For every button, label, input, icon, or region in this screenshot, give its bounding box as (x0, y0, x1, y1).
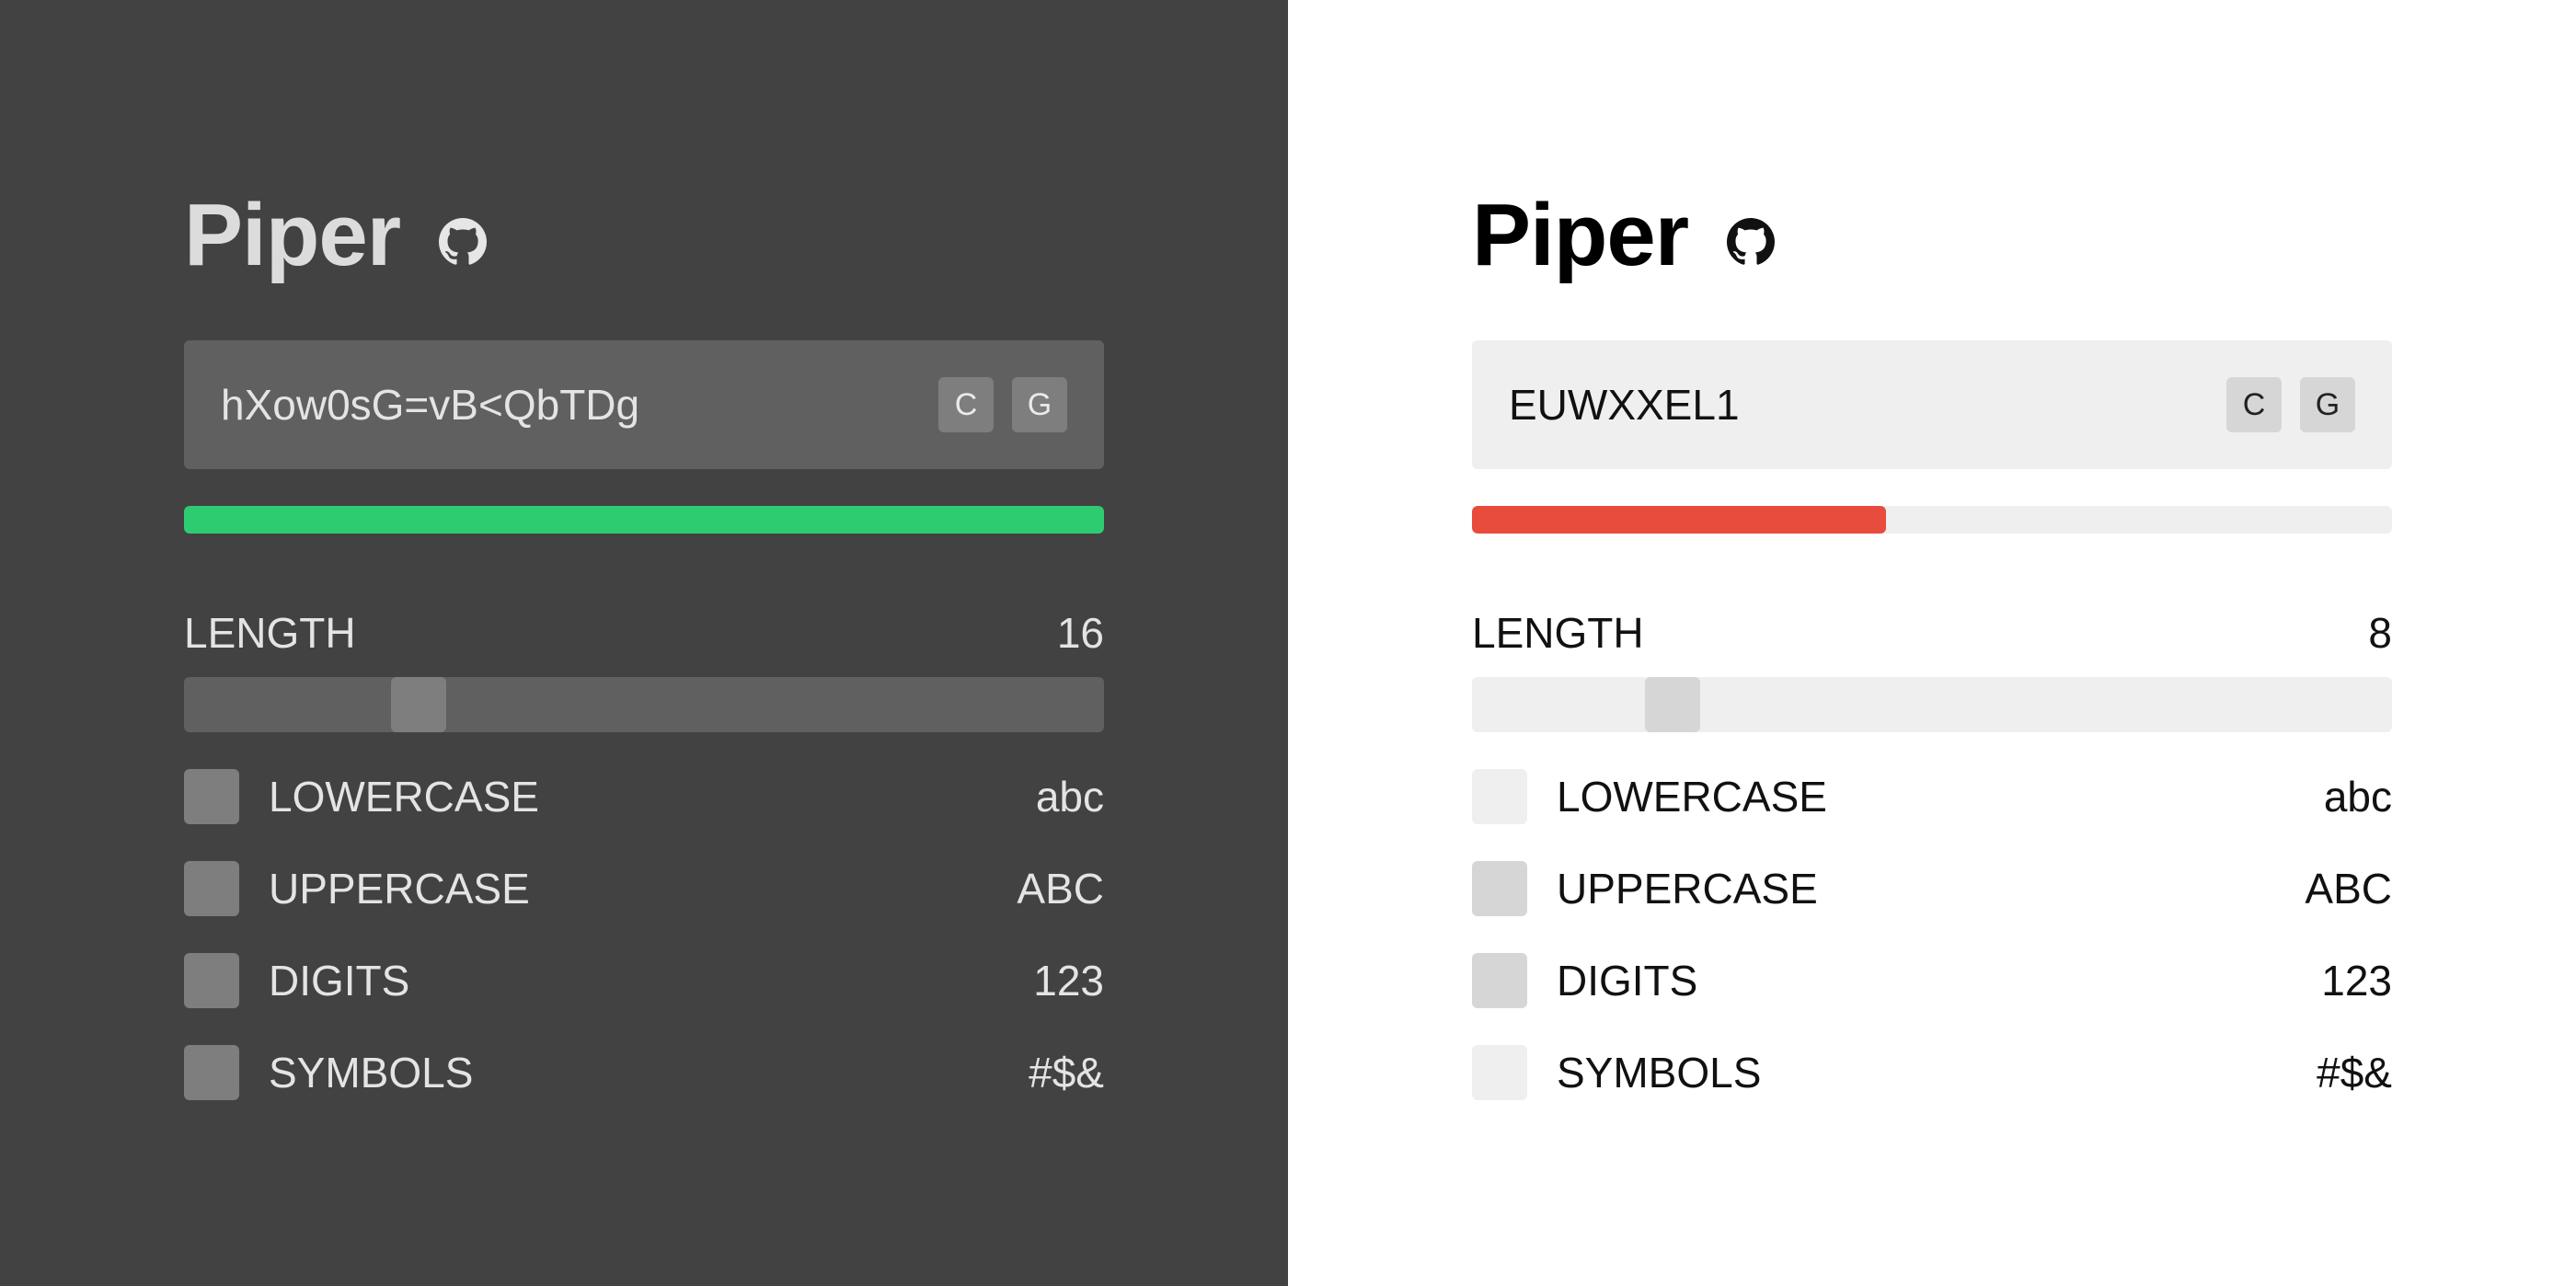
option-uppercase[interactable]: UPPERCASE ABC (1472, 861, 2392, 916)
lowercase-label: LOWERCASE (269, 773, 539, 821)
app-title: Piper (184, 186, 401, 284)
password-text[interactable]: hXow0sG=vB<QbTDg (221, 380, 938, 430)
options-list: LOWERCASE abc UPPERCASE ABC DIGITS 123 S… (184, 769, 1104, 1100)
symbols-label: SYMBOLS (269, 1049, 474, 1097)
password-display[interactable]: hXow0sG=vB<QbTDg C G (184, 340, 1104, 469)
github-icon[interactable] (439, 218, 488, 266)
length-row: LENGTH 16 (184, 605, 1104, 660)
strength-meter (1472, 506, 2392, 534)
option-digits[interactable]: DIGITS 123 (1472, 953, 2392, 1008)
header: Piper (1472, 184, 2392, 287)
password-text[interactable]: EUWXXEL1 (1509, 380, 2226, 430)
option-symbols[interactable]: SYMBOLS #$& (184, 1045, 1104, 1100)
lowercase-checkbox[interactable] (184, 769, 239, 824)
app-container-dark: Piper hXow0sG=vB<QbTDg C G LENGTH 16 LOW… (184, 184, 1104, 1137)
password-actions: C G (2226, 377, 2355, 432)
lowercase-sample: abc (2323, 773, 2392, 821)
option-lowercase[interactable]: LOWERCASE abc (1472, 769, 2392, 824)
length-slider[interactable] (184, 677, 1104, 732)
uppercase-label: UPPERCASE (1557, 865, 1818, 913)
digits-sample: 123 (2321, 957, 2392, 1005)
digits-sample: 123 (1033, 957, 1104, 1005)
length-slider[interactable] (1472, 677, 2392, 732)
digits-label: DIGITS (1557, 957, 1698, 1005)
github-icon[interactable] (1727, 218, 1776, 266)
copy-button[interactable]: C (938, 377, 994, 432)
digits-checkbox[interactable] (184, 953, 239, 1008)
digits-checkbox[interactable] (1472, 953, 1527, 1008)
strength-meter-fill (184, 506, 1104, 534)
symbols-sample: #$& (2317, 1049, 2392, 1097)
light-theme-panel: Piper EUWXXEL1 C G LENGTH 8 LOWERCASE ab… (1288, 0, 2576, 1286)
options-list: LOWERCASE abc UPPERCASE ABC DIGITS 123 S… (1472, 769, 2392, 1100)
option-digits[interactable]: DIGITS 123 (184, 953, 1104, 1008)
generate-button[interactable]: G (1012, 377, 1067, 432)
uppercase-label: UPPERCASE (269, 865, 530, 913)
password-display[interactable]: EUWXXEL1 C G (1472, 340, 2392, 469)
lowercase-sample: abc (1035, 773, 1104, 821)
length-row: LENGTH 8 (1472, 605, 2392, 660)
length-label: LENGTH (184, 609, 356, 657)
digits-label: DIGITS (269, 957, 410, 1005)
generate-button[interactable]: G (2300, 377, 2355, 432)
password-actions: C G (938, 377, 1067, 432)
length-value: 8 (2368, 609, 2392, 657)
length-value: 16 (1056, 609, 1104, 657)
symbols-checkbox[interactable] (184, 1045, 239, 1100)
option-symbols[interactable]: SYMBOLS #$& (1472, 1045, 2392, 1100)
length-label: LENGTH (1472, 609, 1644, 657)
strength-meter (184, 506, 1104, 534)
uppercase-checkbox[interactable] (184, 861, 239, 916)
app-title: Piper (1472, 186, 1689, 284)
option-uppercase[interactable]: UPPERCASE ABC (184, 861, 1104, 916)
option-lowercase[interactable]: LOWERCASE abc (184, 769, 1104, 824)
lowercase-label: LOWERCASE (1557, 773, 1827, 821)
dark-theme-panel: Piper hXow0sG=vB<QbTDg C G LENGTH 16 LOW… (0, 0, 1288, 1286)
copy-button[interactable]: C (2226, 377, 2282, 432)
header: Piper (184, 184, 1104, 287)
symbols-checkbox[interactable] (1472, 1045, 1527, 1100)
uppercase-sample: ABC (1017, 865, 1104, 913)
uppercase-checkbox[interactable] (1472, 861, 1527, 916)
length-slider-thumb[interactable] (391, 677, 446, 732)
symbols-sample: #$& (1029, 1049, 1104, 1097)
symbols-label: SYMBOLS (1557, 1049, 1762, 1097)
app-container-light: Piper EUWXXEL1 C G LENGTH 8 LOWERCASE ab… (1472, 184, 2392, 1137)
length-slider-thumb[interactable] (1645, 677, 1700, 732)
uppercase-sample: ABC (2305, 865, 2392, 913)
strength-meter-fill (1472, 506, 1886, 534)
lowercase-checkbox[interactable] (1472, 769, 1527, 824)
